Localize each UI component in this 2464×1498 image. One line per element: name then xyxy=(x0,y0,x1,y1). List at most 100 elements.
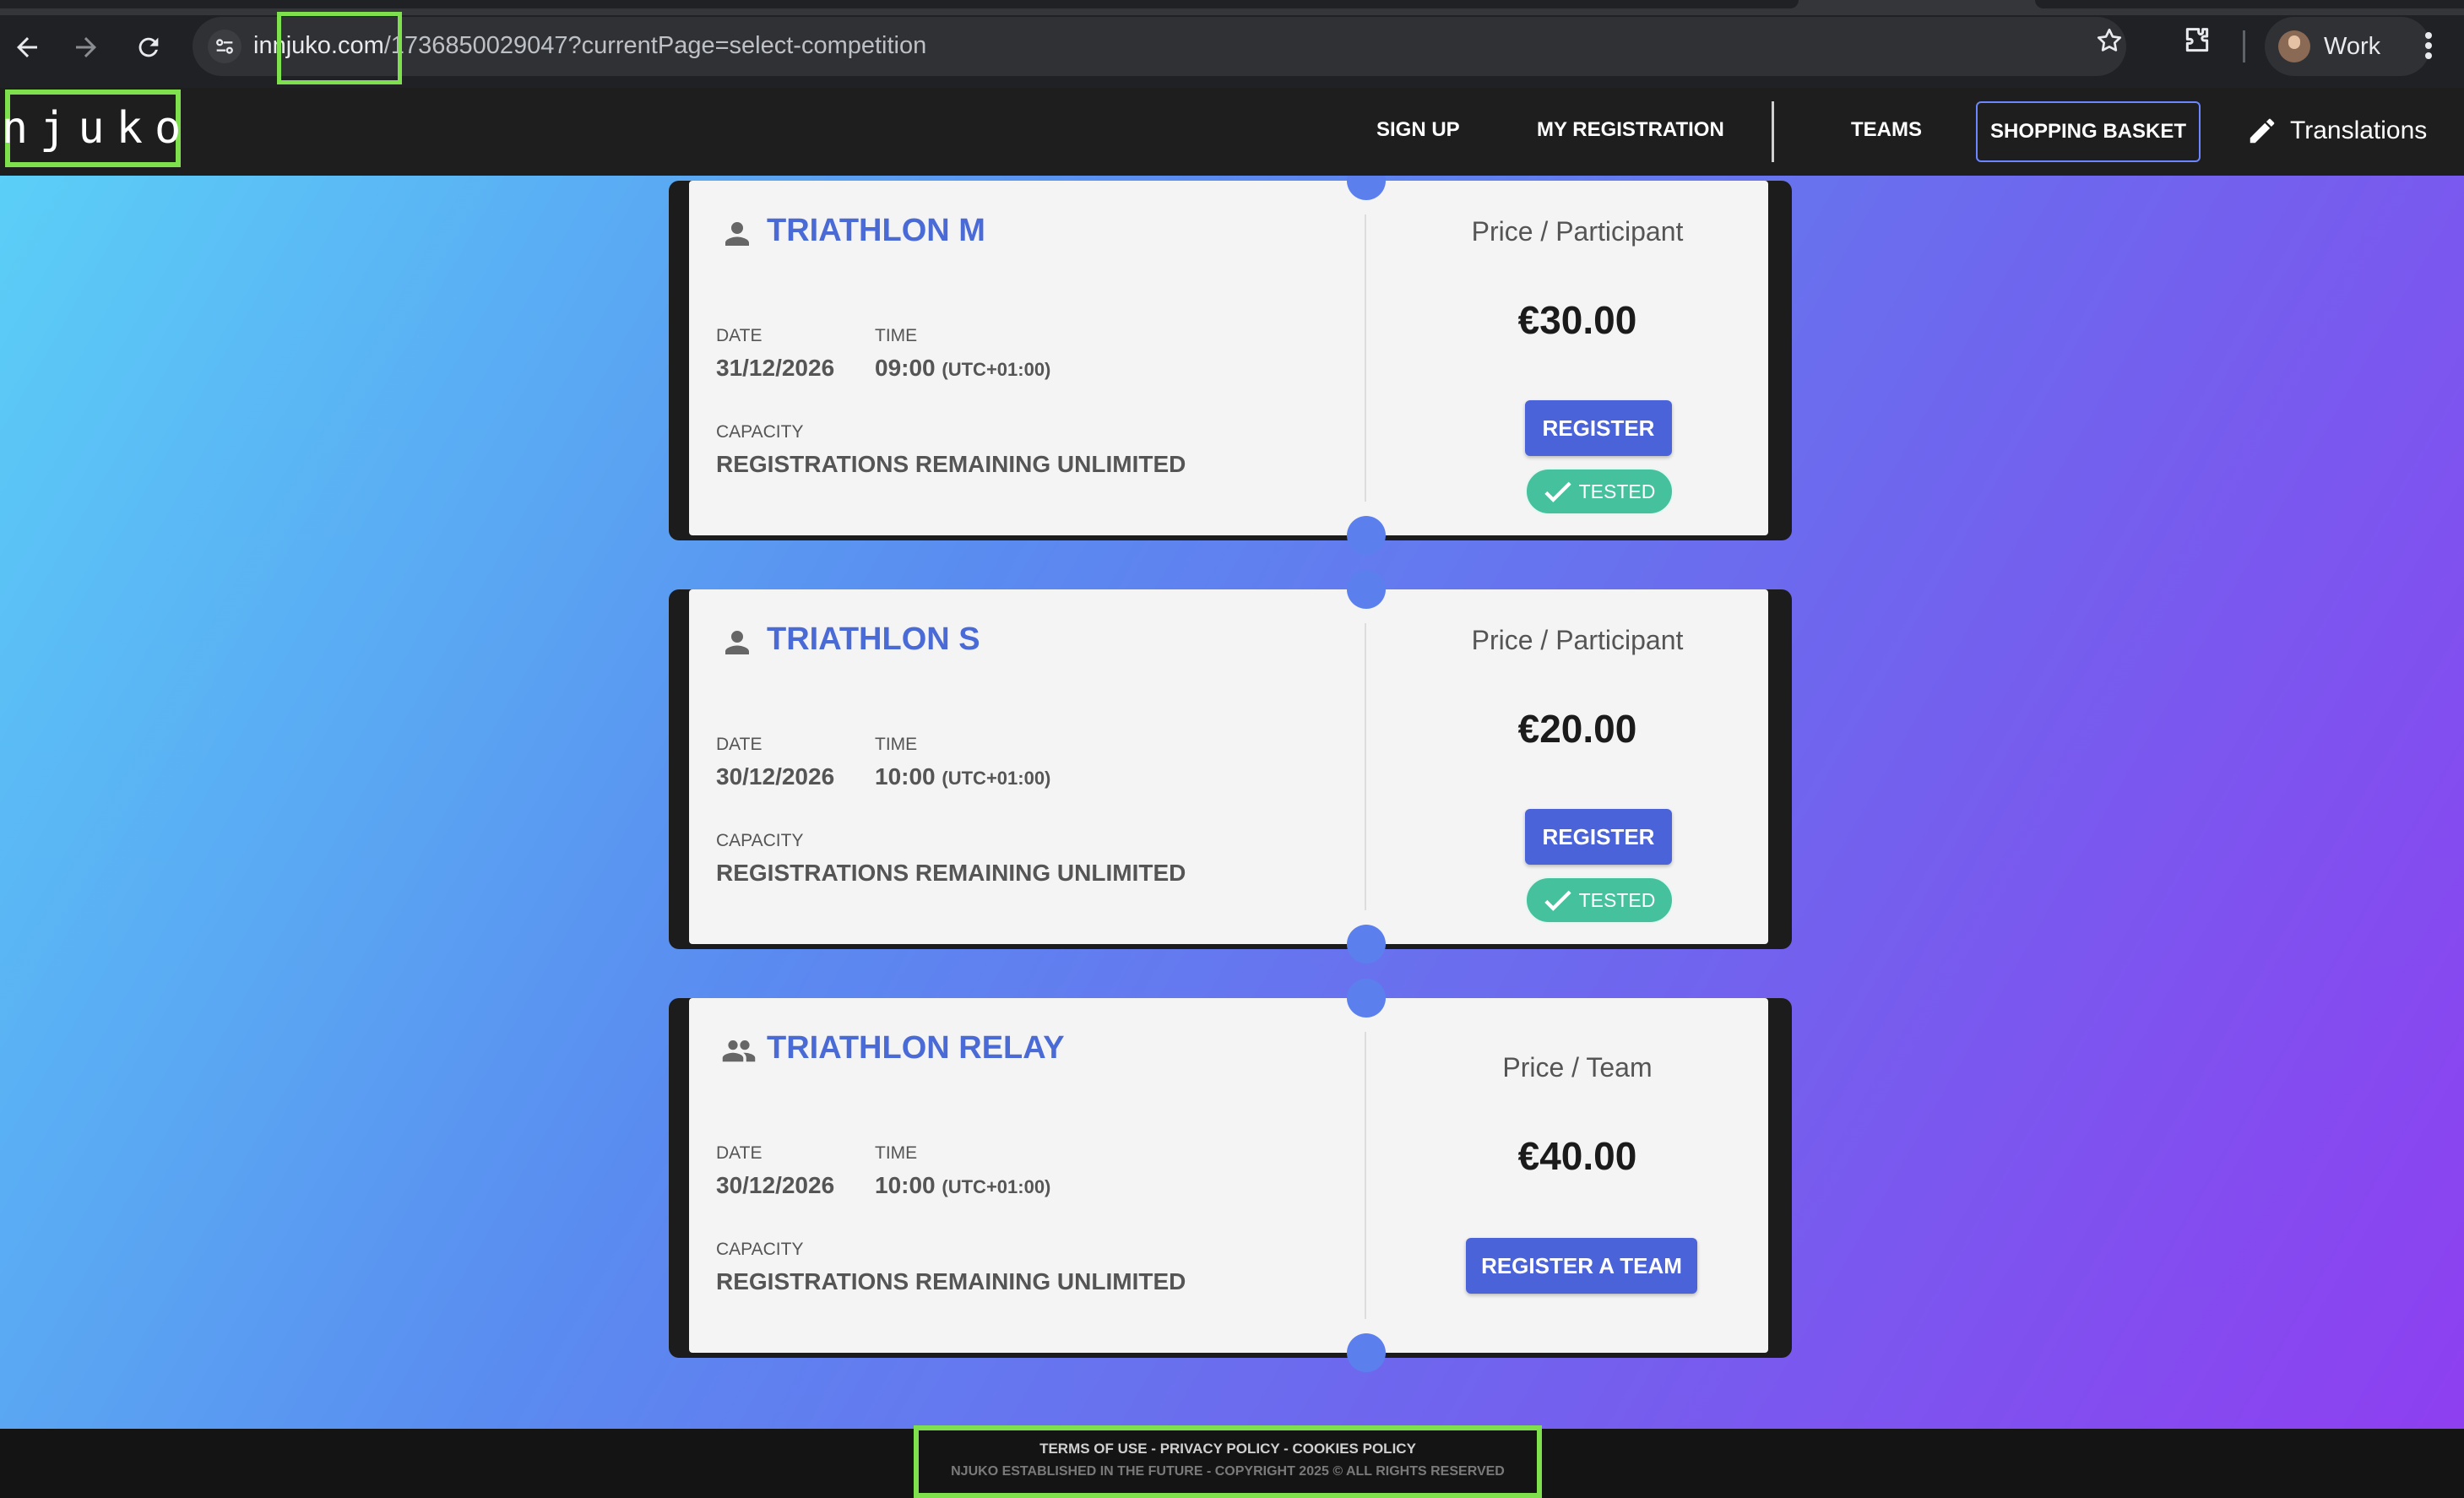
forward-icon xyxy=(76,37,96,57)
check-icon xyxy=(1544,890,1571,911)
capacity-value: REGISTRATIONS REMAINING UNLIMITED xyxy=(716,860,1186,886)
nav-my-registration[interactable]: MY REGISTRATION xyxy=(1537,118,1724,142)
time-value: 09:00 (UTC+01:00) xyxy=(875,355,1050,382)
terms-link[interactable]: TERMS OF USE xyxy=(1039,1441,1148,1457)
ticket-notch xyxy=(1347,1333,1386,1372)
ticket-notch xyxy=(1347,516,1386,555)
nav-shopping-basket[interactable]: SHOPPING BASKET xyxy=(1976,101,2201,162)
price-value: €20.00 xyxy=(1517,707,1637,751)
time-text: 09:00 xyxy=(875,355,936,381)
footer-highlight xyxy=(914,1425,1542,1498)
extensions-button[interactable] xyxy=(2180,24,2214,61)
capacity-value: REGISTRATIONS REMAINING UNLIMITED xyxy=(716,1268,1186,1294)
tested-badge-label: TESTED xyxy=(1578,480,1656,502)
bookmark-star-icon xyxy=(2097,28,2122,52)
active-tab[interactable] xyxy=(0,0,1799,8)
competition-list: TRIATHLON M DATE 31/12/2026 TIME 09:00 (… xyxy=(0,176,2464,1429)
date-value: 30/12/2026 xyxy=(716,763,835,790)
browser-toolbar: innjuko.com/1736850029047?currentPage=se… xyxy=(0,0,2464,88)
competition-card: TRIATHLON RELAY DATE 30/12/2026 TIME 10:… xyxy=(669,979,1792,1372)
time-text: 10:00 xyxy=(875,1172,936,1198)
pencil-icon xyxy=(2250,118,2275,144)
nav-translations[interactable]: Translations xyxy=(2246,115,2427,147)
site-settings-button[interactable] xyxy=(208,30,242,63)
bookmark-button[interactable] xyxy=(2094,25,2125,59)
reload-button[interactable] xyxy=(125,24,172,71)
perforation-line xyxy=(1365,214,1366,502)
price-value: €40.00 xyxy=(1517,1134,1637,1178)
url-prefix: in xyxy=(253,32,273,59)
person-icon xyxy=(725,631,749,654)
toolbar-divider xyxy=(2243,30,2245,62)
timezone-text: (UTC+01:00) xyxy=(942,768,1051,789)
time-label: TIME xyxy=(875,735,918,754)
ticket-notch xyxy=(1347,925,1386,963)
perforation-line xyxy=(1365,623,1366,910)
site-settings-icon xyxy=(216,39,233,54)
footer-separator: - xyxy=(1147,1441,1160,1457)
check-icon xyxy=(1544,481,1571,502)
price-label: Price / Team xyxy=(1502,1052,1653,1083)
competition-card: TRIATHLON S DATE 30/12/2026 TIME 10:00 (… xyxy=(669,570,1792,963)
time-label: TIME xyxy=(875,326,918,345)
back-button[interactable] xyxy=(3,24,51,71)
nav-teams[interactable]: TEAMS xyxy=(1851,118,1922,142)
competition-title: TRIATHLON RELAY xyxy=(767,1030,1065,1066)
capacity-label: CAPACITY xyxy=(716,1240,804,1259)
competition-title: TRIATHLON M xyxy=(767,213,985,248)
timezone-text: (UTC+01:00) xyxy=(942,1176,1051,1197)
back-icon xyxy=(17,37,37,57)
register-button-label: REGISTER xyxy=(1542,823,1655,849)
profile-button[interactable]: Work xyxy=(2265,17,2430,76)
url-host-highlight xyxy=(277,12,402,84)
browser-menu-button[interactable] xyxy=(2423,30,2434,64)
date-value: 30/12/2026 xyxy=(716,1172,835,1198)
forward-button[interactable] xyxy=(62,24,110,71)
reload-icon xyxy=(138,37,159,57)
time-text: 10:00 xyxy=(875,763,936,790)
date-label: DATE xyxy=(716,735,763,754)
footer-separator: - xyxy=(1279,1441,1293,1457)
nav-sign-up[interactable]: SIGN UP xyxy=(1376,118,1460,142)
logo-text: njuko xyxy=(1,103,193,154)
register-team-button[interactable]: REGISTER A TEAM xyxy=(1466,1238,1697,1294)
avatar xyxy=(2278,30,2310,62)
site-logo[interactable]: njuko xyxy=(2,90,181,167)
capacity-value: REGISTRATIONS REMAINING UNLIMITED xyxy=(716,451,1186,477)
time-value: 10:00 (UTC+01:00) xyxy=(875,1172,1050,1199)
date-label: DATE xyxy=(716,1143,763,1163)
price-label: Price / Participant xyxy=(1471,216,1684,247)
ticket-notch xyxy=(1347,570,1386,609)
competition-card: TRIATHLON M DATE 31/12/2026 TIME 09:00 (… xyxy=(669,176,1792,555)
url-path: /1736850029047?currentPage=select-compet… xyxy=(383,32,927,59)
price-value: €30.00 xyxy=(1517,298,1637,342)
date-label: DATE xyxy=(716,326,763,345)
cookies-link[interactable]: COOKIES POLICY xyxy=(1293,1441,1416,1457)
timezone-text: (UTC+01:00) xyxy=(942,359,1051,380)
capacity-label: CAPACITY xyxy=(716,422,804,442)
tested-badge-label: TESTED xyxy=(1578,888,1656,911)
ticket-notch xyxy=(1347,979,1386,1018)
person-icon xyxy=(725,222,749,246)
nav-divider xyxy=(1772,101,1774,162)
shopping-basket-label: SHOPPING BASKET xyxy=(1989,120,2187,143)
copyright-text: NJUKO ESTABLISHED IN THE FUTURE - COPYRI… xyxy=(951,1464,1505,1479)
register-button[interactable]: REGISTER xyxy=(1525,809,1672,865)
extensions-icon xyxy=(2185,28,2209,52)
register-button-label: REGISTER xyxy=(1542,415,1655,441)
register-team-button-label: REGISTER A TEAM xyxy=(1481,1252,1682,1278)
tested-badge: TESTED xyxy=(1525,877,1674,924)
perforation-line xyxy=(1365,1032,1366,1319)
address-bar[interactable]: innjuko.com/1736850029047?currentPage=se… xyxy=(193,17,2126,76)
inactive-tab[interactable] xyxy=(2035,0,2464,8)
register-button[interactable]: REGISTER xyxy=(1525,400,1672,456)
time-value: 10:00 (UTC+01:00) xyxy=(875,763,1050,790)
date-value: 31/12/2026 xyxy=(716,355,835,381)
footer-links: TERMS OF USE - PRIVACY POLICY - COOKIES … xyxy=(914,1441,1542,1457)
profile-label: Work xyxy=(2324,33,2381,60)
tested-badge: TESTED xyxy=(1525,468,1674,515)
menu-icon xyxy=(2425,32,2432,59)
privacy-link[interactable]: PRIVACY POLICY xyxy=(1160,1441,1280,1457)
capacity-label: CAPACITY xyxy=(716,831,804,850)
translations-label: Translations xyxy=(2290,117,2428,144)
